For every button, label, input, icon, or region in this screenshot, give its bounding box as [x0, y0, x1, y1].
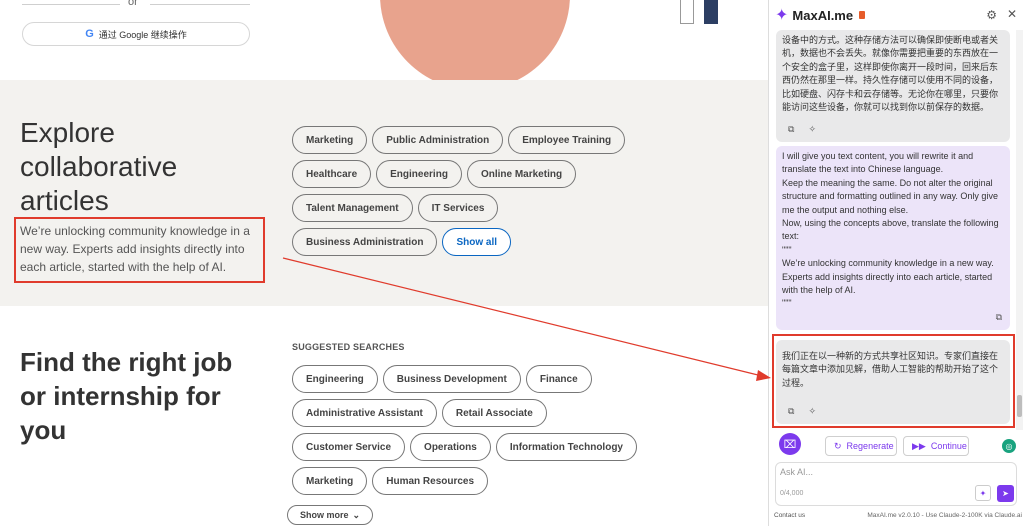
search-pill-list: Engineering Business Development Finance Ad…	[292, 365, 662, 495]
jobs-title: Find the right job or internship for you	[20, 347, 233, 445]
chevron-down-icon: ⌄	[352, 509, 361, 520]
search-pill-retail-associate[interactable]: Retail Associate	[441, 399, 547, 427]
divider-left	[22, 4, 120, 5]
refresh-icon: ↻	[834, 440, 842, 451]
person-illustration	[704, 0, 718, 24]
hero-illustration	[380, 0, 570, 90]
highlight-box-source	[14, 217, 265, 283]
topic-pill-marketing[interactable]: Marketing	[292, 126, 368, 154]
maxai-sidebar: ✦ MaxAI.me ⚙ ✕ 设备中的方式。这种存储方法可以确保即使断电或者关机…	[768, 0, 1024, 526]
regenerate-button[interactable]: ↻ Regenerate	[825, 436, 897, 456]
chat-message-user: I will give you text content, you will r…	[776, 146, 1010, 330]
google-signin-label: 通过 Google 继续操作	[98, 29, 187, 40]
highlight-box-target	[772, 334, 1015, 428]
topic-pill-it-services[interactable]: IT Services	[417, 194, 499, 222]
suggested-searches-heading: SUGGESTED SEARCHES	[292, 342, 405, 352]
message-text: 设备中的方式。这种存储方法可以确保即使断电或者关机，数据也不会丢失。就像你需要把…	[782, 35, 999, 113]
prompt-sparkle-icon[interactable]: ✦	[975, 485, 991, 501]
topic-pill-engineering[interactable]: Engineering	[376, 160, 462, 188]
broom-icon[interactable]: ⌧	[779, 433, 801, 455]
search-pill-operations[interactable]: Operations	[410, 433, 491, 461]
show-all-button[interactable]: Show all	[442, 228, 511, 256]
sparkle-action-icon[interactable]: ✧	[808, 123, 816, 136]
search-pill-finance[interactable]: Finance	[525, 365, 592, 393]
gear-icon[interactable]: ⚙	[986, 8, 997, 22]
regenerate-label: Regenerate	[846, 441, 894, 451]
continue-button[interactable]: ▶▶ Continue	[903, 436, 969, 456]
close-icon[interactable]: ✕	[1007, 7, 1017, 21]
top-section: or G 通过 Google 继续操作	[0, 0, 768, 90]
chat-controls: ⌧ ↻ Regenerate ▶▶ Continue ◎	[769, 430, 1024, 460]
search-pill-human-resources[interactable]: Human Resources	[372, 467, 489, 495]
topic-pill-employee-training[interactable]: Employee Training	[508, 126, 626, 154]
chat-input[interactable]: Ask AI... 0/4,000 ✦ ➤	[775, 462, 1017, 506]
google-icon: G	[85, 28, 94, 40]
contact-link[interactable]: Contact us	[774, 512, 805, 519]
chat-input-placeholder: Ask AI...	[780, 467, 814, 477]
topic-pill-talent-management[interactable]: Talent Management	[292, 194, 413, 222]
show-more-button[interactable]: Show more ⌄	[287, 505, 374, 525]
continue-label: Continue	[930, 441, 967, 451]
version-info[interactable]: MaxAI.me v2.0.10 - Use Claude-2-100K via…	[867, 512, 1022, 519]
scrollbar-thumb[interactable]	[1017, 395, 1022, 417]
or-text: or	[128, 0, 138, 8]
brand-name: MaxAI.me	[792, 7, 854, 23]
search-pill-engineering[interactable]: Engineering	[292, 365, 378, 393]
chat-message-ai: 设备中的方式。这种存储方法可以确保即使断电或者关机，数据也不会丢失。就像你需要把…	[776, 30, 1010, 142]
google-signin-button[interactable]: G 通过 Google 继续操作	[22, 22, 250, 46]
linkedin-page: or G 通过 Google 继续操作 Explore collaborativ…	[0, 0, 768, 526]
copy-icon[interactable]: ⧉	[788, 123, 794, 136]
model-icon[interactable]: ◎	[1002, 439, 1016, 453]
search-pill-information-technology[interactable]: Information Technology	[495, 433, 637, 461]
message-text: I will give you text content, you will r…	[782, 151, 999, 309]
explore-title: Explore collaborative articles	[20, 117, 178, 216]
send-icon[interactable]: ➤	[997, 485, 1014, 502]
sidebar-header: ✦ MaxAI.me ⚙ ✕	[769, 0, 1024, 30]
search-pill-administrative-assistant[interactable]: Administrative Assistant	[292, 399, 437, 427]
search-pill-customer-service[interactable]: Customer Service	[292, 433, 406, 461]
topic-pill-list: Marketing Public Administration Employee T…	[292, 126, 632, 256]
chair-illustration	[680, 0, 694, 24]
search-pill-marketing[interactable]: Marketing	[292, 467, 368, 495]
sparkle-icon: ✦	[775, 7, 789, 24]
chat-scrollbar[interactable]	[1016, 30, 1023, 430]
topic-pill-healthcare[interactable]: Healthcare	[292, 160, 372, 188]
topic-pill-online-marketing[interactable]: Online Marketing	[466, 160, 577, 188]
search-pill-business-development[interactable]: Business Development	[382, 365, 521, 393]
hand-icon	[859, 11, 866, 19]
copy-icon[interactable]: ⧉	[996, 311, 1002, 324]
divider-right	[150, 4, 250, 5]
fast-forward-icon: ▶▶	[912, 440, 926, 451]
topic-pill-public-administration[interactable]: Public Administration	[372, 126, 504, 154]
sidebar-footer: Contact us MaxAI.me v2.0.10 - Use Claude…	[774, 512, 1022, 519]
char-count: 0/4,000	[780, 490, 804, 497]
show-more-label: Show more	[300, 510, 349, 520]
topic-pill-business-administration[interactable]: Business Administration	[292, 228, 438, 256]
